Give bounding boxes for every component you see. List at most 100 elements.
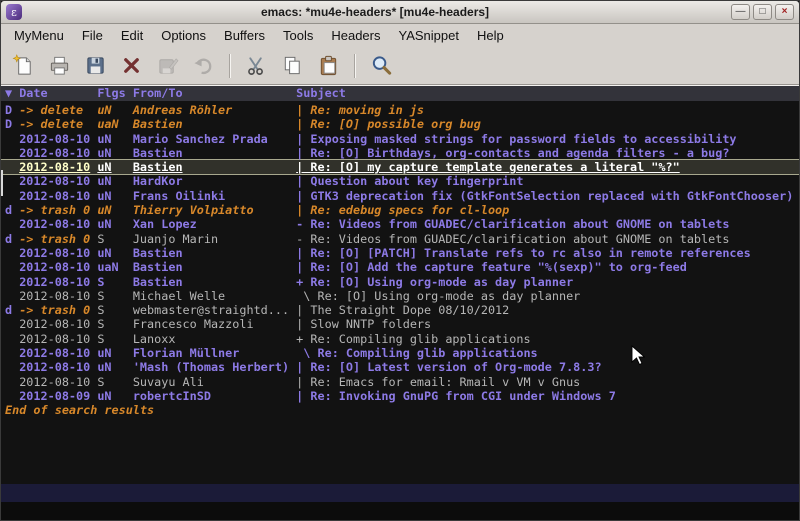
message-row[interactable]: 2012-08-10 uN 'Mash (Thomas Herbert) | R… [1,360,799,374]
column-from[interactable]: From/To [133,86,296,101]
message-row[interactable]: 2012-08-10 uN Bastien | Re: [O] [PATCH] … [1,246,799,260]
message-row[interactable]: d -> trash 0 S Juanjo Marin - Re: Videos… [1,232,799,246]
thread-prefix: | [296,189,310,203]
menu-item[interactable]: Edit [112,25,152,46]
message-subject: Re: [O] possible org bug [310,117,799,131]
message-row[interactable]: D -> delete uaN Bastien | Re: [O] possib… [1,117,799,131]
message-row[interactable]: 2012-08-10 S Lanoxx + Re: Compiling glib… [1,332,799,346]
thread-prefix: | [296,389,310,403]
message-flags: uN [97,203,133,217]
message-row[interactable]: 2012-08-10 S Suvayu Ali | Re: Emacs for … [1,375,799,389]
message-row[interactable]: 2012-08-09 uN robertcInSD | Re: Invoking… [1,389,799,403]
message-row[interactable]: d -> trash 0 uN Thierry Volpiatto | Re: … [1,203,799,217]
message-from: Juanjo Marin [133,232,296,246]
thread-prefix: | [296,117,310,131]
message-from: Suvayu Ali [133,375,296,389]
column-date[interactable]: Date [19,86,97,101]
message-subject: Exposing masked strings for password fie… [310,132,799,146]
message-date: 2012-08-09 [19,389,97,403]
message-row[interactable]: 2012-08-10 uN Florian Müllner \ Re: Comp… [1,346,799,360]
menu-item[interactable]: Headers [322,25,389,46]
close-button[interactable]: × [775,4,794,20]
message-row[interactable]: 2012-08-10 uN Bastien | Re: [O] my captu… [1,160,799,174]
message-date: 2012-08-10 [19,375,97,389]
mark-char: d [5,232,19,246]
menu-item[interactable]: MyMenu [5,25,73,46]
toolbar-separator [229,54,231,78]
thread-prefix: | [296,360,310,374]
thread-prefix: + [296,332,310,346]
minibuffer[interactable] [1,502,799,520]
window-title: emacs: *mu4e-headers* [mu4e-headers] [22,5,728,19]
message-list: D -> delete uN Andreas Röhler | Re: movi… [1,101,799,403]
message-flags: S [97,317,133,331]
sort-indicator-icon[interactable]: ▼ [5,86,19,101]
message-subject: The Straight Dope 08/10/2012 [310,303,799,317]
message-flags: S [97,289,133,303]
menu-item[interactable]: Options [152,25,215,46]
thread-prefix: + [296,275,310,289]
message-date: -> trash 0 [19,203,97,217]
column-subject[interactable]: Subject [296,86,799,101]
header-line: ▼ Date Flgs From/To Subject [1,86,799,101]
emacs-icon: ε [6,4,22,20]
message-row[interactable]: 2012-08-10 S Michael Welle \ Re: [O] Usi… [1,289,799,303]
message-from: webmaster@straightd... [133,303,296,317]
menu-item[interactable]: Buffers [215,25,274,46]
new-file-icon[interactable] [9,51,38,80]
modeline[interactable]: *mu4e-headers* ( 5, 0) [All/2.0k] [mu4e-… [1,484,799,502]
mark-char [5,360,19,374]
message-subject: Re: Videos from GUADEC/clarification abo… [310,217,799,231]
message-from: 'Mash (Thomas Herbert) [133,360,296,374]
message-from: Lanoxx [133,332,296,346]
message-row[interactable]: 2012-08-10 uN Bastien | Re: [O] Birthday… [1,146,799,160]
message-row[interactable]: D -> delete uN Andreas Röhler | Re: movi… [1,103,799,117]
message-flags: uN [97,346,133,360]
emacs-window: ε emacs: *mu4e-headers* [mu4e-headers] —… [0,0,800,521]
message-date: 2012-08-10 [19,246,97,260]
message-row[interactable]: 2012-08-10 S Bastien + Re: [O] Using org… [1,275,799,289]
thread-prefix: | [296,375,310,389]
search-icon[interactable] [367,51,396,80]
message-subject: Re: moving in js [310,103,799,117]
thread-prefix: - [296,232,310,246]
close-buffer-icon[interactable] [117,51,146,80]
message-row[interactable]: 2012-08-10 uaN Bastien | Re: [O] Add the… [1,260,799,274]
message-row[interactable]: 2012-08-10 uN Mario Sanchez Prada | Expo… [1,132,799,146]
message-flags: uN [97,160,133,174]
message-row[interactable]: d -> trash 0 S webmaster@straightd... | … [1,303,799,317]
message-row[interactable]: 2012-08-10 uN HardKor | Question about k… [1,174,799,188]
maximize-button[interactable]: □ [753,4,772,20]
message-subject: Re: Compiling glib applications [317,346,799,360]
headers-buffer: ▼ Date Flgs From/To Subject D -> delete … [1,85,799,484]
mark-char: d [5,203,19,217]
message-subject: Re: [O] Add the capture feature "%(sexp)… [310,260,799,274]
message-from: Bastien [133,146,296,160]
paste-icon[interactable] [314,51,343,80]
column-flags[interactable]: Flgs [97,86,133,101]
message-flags: S [97,332,133,346]
print-icon[interactable] [45,51,74,80]
menu-item[interactable]: Help [468,25,513,46]
message-date: 2012-08-10 [19,160,97,174]
cut-icon[interactable] [242,51,271,80]
message-flags: uN [97,146,133,160]
save-icon[interactable] [81,51,110,80]
message-from: Thierry Volpiatto [133,203,296,217]
thread-prefix: | [296,160,310,174]
menu-item[interactable]: Tools [274,25,322,46]
message-row[interactable]: 2012-08-10 uN Xan Lopez - Re: Videos fro… [1,217,799,231]
message-date: 2012-08-10 [19,260,97,274]
message-row[interactable]: 2012-08-10 S Francesco Mazzoli | Slow NN… [1,317,799,331]
copy-icon[interactable] [278,51,307,80]
menu-item[interactable]: YASnippet [389,25,467,46]
thread-prefix: | [296,103,310,117]
menu-item[interactable]: File [73,25,112,46]
message-from: Francesco Mazzoli [133,317,296,331]
minimize-button[interactable]: — [731,4,750,20]
message-row[interactable]: 2012-08-10 uN Frans Oilinki | GTK3 depre… [1,189,799,203]
scrollbar-thumb[interactable] [1,170,3,196]
message-date: -> trash 0 [19,232,97,246]
message-subject: Re: [O] Using org-mode as day planner [310,275,799,289]
message-date: 2012-08-10 [19,289,97,303]
